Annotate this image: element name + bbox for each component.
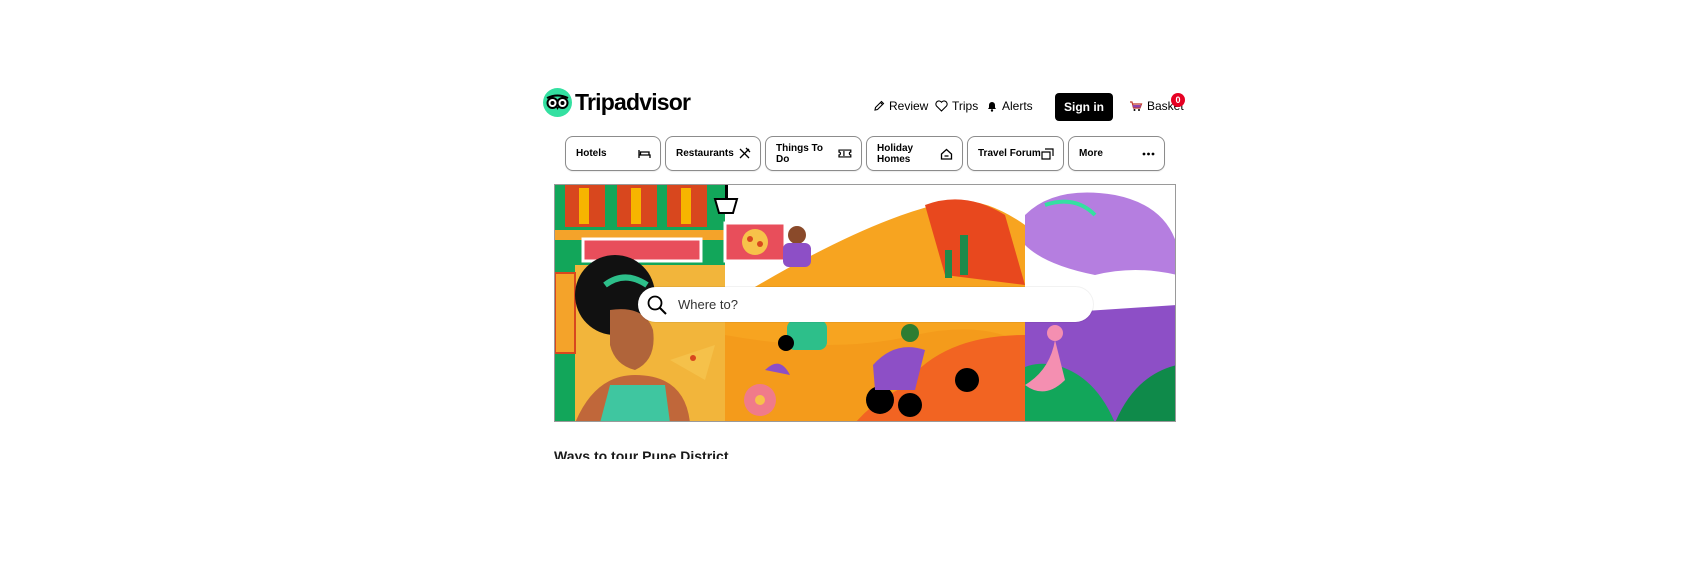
search-icon: [647, 295, 667, 315]
nav-item-label: Things To Do: [776, 142, 824, 165]
section-title: Ways to tour Pune District: [554, 448, 729, 459]
alerts-link[interactable]: Alerts: [986, 99, 1033, 113]
nav-item-travel-forum[interactable]: Travel Forum: [967, 136, 1064, 171]
alerts-label: Alerts: [1002, 99, 1033, 113]
nav-item-label: Travel Forum: [978, 148, 1041, 159]
category-nav: Hotels Restaurants Things To Do Holiday …: [565, 136, 1165, 171]
nav-item-label: Hotels: [576, 148, 607, 159]
more-dots-icon: [1142, 152, 1155, 155]
basket-icon: [1130, 101, 1143, 111]
destination-search-bar[interactable]: [638, 287, 1093, 322]
trips-link[interactable]: Trips: [935, 99, 978, 113]
ticket-icon: [838, 149, 852, 158]
nav-item-label: Holiday Homes: [877, 142, 914, 165]
tripadvisor-logo[interactable]: Tripadvisor: [543, 88, 691, 117]
nav-item-holiday-homes[interactable]: Holiday Homes: [866, 136, 963, 171]
owl-logo-icon: [543, 88, 572, 117]
nav-item-things-to-do[interactable]: Things To Do: [765, 136, 862, 171]
sign-in-button[interactable]: Sign in: [1055, 93, 1113, 121]
trips-label: Trips: [952, 99, 979, 113]
home-icon: [940, 148, 953, 160]
nav-item-restaurants[interactable]: Restaurants: [665, 136, 761, 171]
basket-count-badge: 0: [1171, 93, 1185, 107]
review-link[interactable]: Review: [873, 99, 928, 113]
bed-icon: [638, 150, 651, 158]
search-input[interactable]: [678, 297, 1058, 312]
bell-icon: [988, 102, 996, 112]
review-label: Review: [889, 99, 929, 113]
page: Tripadvisor Review Trips Alerts Sign in …: [0, 0, 1702, 585]
hero-banner: [554, 184, 1176, 422]
heart-icon: [935, 100, 948, 112]
nav-item-label: Restaurants: [676, 148, 734, 159]
chat-icon: [1041, 147, 1054, 160]
cutlery-icon: [739, 147, 751, 159]
logo-text: Tripadvisor: [575, 89, 691, 115]
nav-item-label: More: [1079, 148, 1103, 159]
nav-item-more[interactable]: More: [1068, 136, 1165, 171]
pencil-icon: [874, 100, 885, 111]
nav-item-hotels[interactable]: Hotels: [565, 136, 661, 171]
